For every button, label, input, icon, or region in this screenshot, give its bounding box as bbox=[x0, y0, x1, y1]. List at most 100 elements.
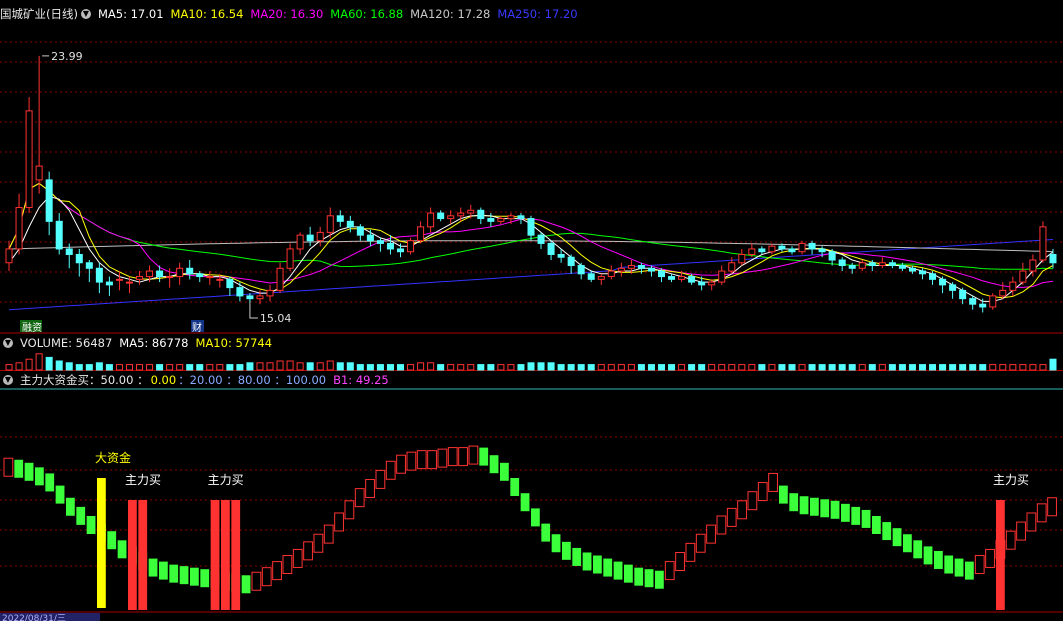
indicator-bar-up bbox=[261, 567, 272, 587]
volume-bar bbox=[557, 364, 565, 371]
indicator-bar-down bbox=[76, 506, 86, 525]
volume-bar bbox=[156, 364, 164, 371]
candle-down bbox=[577, 265, 585, 275]
candle-down bbox=[236, 287, 244, 297]
indicator-bar-up bbox=[323, 524, 334, 544]
volume-bar bbox=[85, 364, 93, 371]
volume-bar bbox=[467, 364, 475, 371]
chevron-down-icon[interactable]: ▼ bbox=[3, 375, 13, 385]
indicator-bar-down bbox=[934, 550, 943, 569]
main-buy-marker bbox=[996, 500, 1005, 610]
volume-bar bbox=[788, 364, 796, 371]
volume-bar bbox=[939, 364, 947, 371]
indicator-bar-down bbox=[531, 508, 540, 527]
indicator-bar-up bbox=[354, 488, 365, 508]
candle-down bbox=[818, 248, 826, 253]
candle-down bbox=[396, 248, 405, 253]
volume-bar bbox=[989, 364, 997, 371]
indicator-bar-up bbox=[1016, 521, 1026, 541]
volume-bar bbox=[718, 364, 726, 371]
volume-bar bbox=[316, 362, 324, 371]
indicator-bar-down bbox=[892, 528, 902, 547]
indicator-bar-up bbox=[974, 555, 985, 575]
volume-bar bbox=[878, 364, 886, 371]
candle-up bbox=[1029, 259, 1037, 272]
volume-bar bbox=[457, 364, 465, 371]
indicator-bar-down bbox=[903, 534, 912, 553]
indicator-bar-up bbox=[685, 542, 696, 562]
candle-up bbox=[15, 207, 23, 250]
ma60-value: MA60: 16.88 bbox=[330, 7, 404, 21]
volume-bar bbox=[115, 364, 123, 371]
stock-title[interactable]: 国城矿业(日线) bbox=[0, 6, 78, 22]
indicator-bar-up bbox=[344, 500, 355, 520]
indicator-bar-down bbox=[799, 496, 809, 515]
indicator-bar-down bbox=[954, 558, 964, 577]
volume-bar bbox=[417, 362, 425, 371]
volume-bar bbox=[306, 362, 314, 371]
event-tag-2: 财 bbox=[192, 321, 202, 334]
volume-value: VOLUME: 56487 bbox=[20, 336, 113, 350]
indicator-bar-down bbox=[830, 500, 840, 519]
indicator-b1: B1: 49.25 bbox=[333, 373, 389, 387]
main-buy-marker bbox=[231, 500, 241, 610]
volume-bar bbox=[376, 364, 384, 371]
volume-bar bbox=[949, 364, 957, 371]
volume-bar bbox=[5, 364, 13, 371]
indicator-bar-up bbox=[437, 448, 448, 468]
candle-up bbox=[5, 248, 13, 264]
indicator-bar-down bbox=[923, 546, 933, 565]
candle-down bbox=[647, 267, 655, 272]
candle-down bbox=[105, 281, 113, 286]
volume-bar bbox=[136, 364, 144, 371]
indicator-bar-down bbox=[45, 473, 55, 492]
candle-up bbox=[447, 215, 455, 220]
ma120-value: MA120: 17.28 bbox=[410, 7, 491, 21]
candle-up bbox=[999, 289, 1007, 297]
ma20-value: MA20: 16.30 bbox=[250, 7, 324, 21]
volume-bar bbox=[969, 364, 977, 371]
indicator-levels: ：20.00 ：80.00 ：100.00 bbox=[178, 373, 327, 387]
candle-down bbox=[557, 253, 565, 258]
main-buy-label: 主力买 bbox=[125, 473, 161, 487]
indicator-bar-up bbox=[292, 548, 303, 568]
volume-bar bbox=[617, 364, 625, 371]
indicator-header: ▼ 主力大资金买：50.00 ： 0.00 ：20.00 ：80.00 ：100… bbox=[0, 372, 396, 388]
volume-bar bbox=[888, 364, 896, 371]
indicator-bar-down bbox=[86, 516, 96, 534]
candle-down bbox=[366, 234, 374, 242]
candle-up bbox=[286, 248, 294, 269]
volume-bar bbox=[688, 364, 696, 371]
chevron-down-icon[interactable]: ▼ bbox=[3, 338, 13, 348]
candle-up bbox=[115, 278, 123, 281]
candle-up bbox=[738, 253, 746, 264]
indicator-bar-down bbox=[107, 531, 117, 550]
indicator-bar-down bbox=[820, 499, 830, 518]
main-buy-label: 主力买 bbox=[993, 473, 1029, 487]
indicator-bar-up bbox=[406, 451, 417, 471]
candle-down bbox=[196, 273, 204, 278]
ma5-value: MA5: 17.01 bbox=[97, 7, 164, 21]
candle-down bbox=[517, 215, 525, 220]
candle-down bbox=[537, 234, 545, 244]
indicator-bar-up bbox=[3, 457, 14, 477]
main-buy-label: 主力买 bbox=[208, 473, 244, 487]
chevron-down-icon[interactable]: ▼ bbox=[80, 9, 91, 19]
volume-header: ▼ VOLUME: 56487 MA5: 86778 MA10: 57744 bbox=[0, 335, 279, 351]
candle-up bbox=[467, 209, 475, 214]
volume-bar bbox=[65, 362, 73, 371]
candle-up bbox=[617, 267, 625, 272]
volume-bar bbox=[627, 364, 635, 371]
candle-up bbox=[146, 270, 154, 278]
indicator-bar-down bbox=[810, 497, 819, 516]
volume-ma10: MA10: 57744 bbox=[195, 336, 273, 350]
indicator-bar-down bbox=[489, 455, 499, 474]
indicator-bar-up bbox=[985, 548, 995, 568]
candle-down bbox=[778, 245, 786, 250]
volume-bar bbox=[798, 364, 806, 371]
candle-down bbox=[547, 242, 555, 255]
indicator-bar-down bbox=[593, 555, 602, 574]
indicator-bar-down bbox=[520, 493, 530, 512]
candle-down bbox=[898, 265, 906, 269]
volume-bar bbox=[276, 360, 284, 371]
